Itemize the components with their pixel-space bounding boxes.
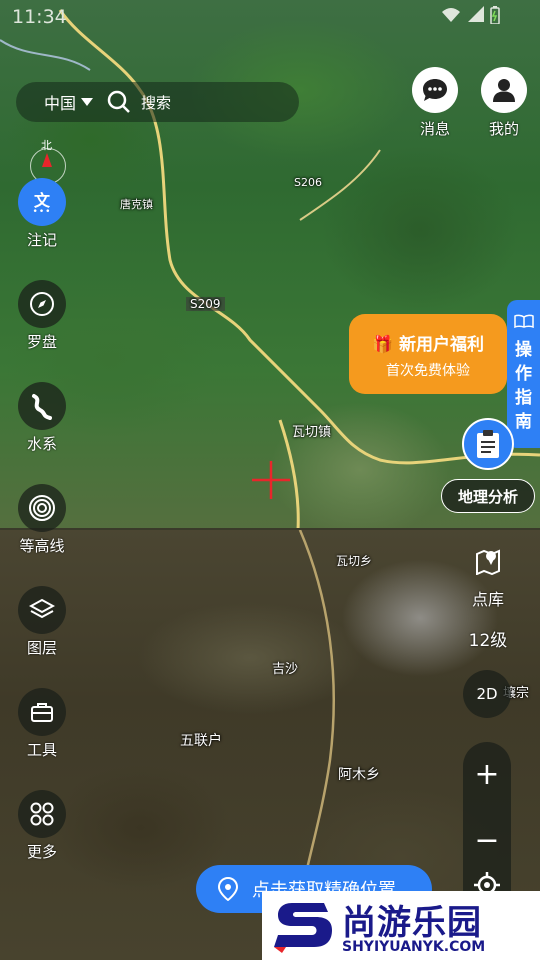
north-label: 北 [41, 139, 52, 152]
new-user-promo[interactable]: 🎁 新用户福利 首次免费体验 [349, 314, 507, 394]
watermark-sub-text: SHYIYUANYK.COM [342, 939, 486, 955]
layers-label: 图层 [26, 639, 57, 657]
layers-button[interactable] [18, 586, 66, 634]
clipboard-icon [477, 430, 499, 458]
compass-button[interactable] [18, 280, 66, 328]
location-pin-icon [218, 877, 238, 901]
dots-icon: ••• [32, 207, 52, 217]
place-label-wulianhu: 五联户 [180, 733, 222, 749]
contour-button[interactable] [18, 484, 66, 532]
search-icon [107, 90, 130, 113]
battery-icon [490, 6, 500, 24]
guide-label: 操作指南 [515, 340, 532, 432]
site-watermark: 尚游乐园 SHYIYUANYK.COM [262, 891, 540, 960]
toolbox-icon [31, 703, 53, 722]
promo-title-text: 新用户福利 [399, 335, 485, 355]
message-button[interactable] [412, 67, 458, 113]
profile-label: 我的 [488, 120, 519, 138]
wifi-icon [442, 8, 460, 22]
promo-subtitle: 首次免费体验 [386, 363, 470, 379]
view-mode-toggle[interactable]: 2D [463, 670, 511, 718]
road-label-s209: S209 [186, 297, 225, 311]
road-label-s206: S206 [294, 176, 322, 189]
river-button[interactable] [18, 382, 66, 430]
toolbox-button[interactable] [18, 688, 66, 736]
book-icon [514, 314, 534, 328]
compass-label: 罗盘 [26, 333, 57, 351]
contour-label: 等高线 [19, 537, 65, 555]
message-icon [423, 79, 447, 101]
more-button[interactable] [18, 790, 66, 838]
search-bar[interactable]: 中国 搜索 [16, 82, 299, 122]
place-label-tangke: 唐克镇 [120, 198, 153, 211]
guide-tab[interactable]: 操作指南 [507, 300, 540, 448]
status-icons [440, 6, 500, 24]
annotation-label: 注记 [26, 231, 57, 249]
layers-icon [29, 598, 55, 619]
compass-icon [30, 292, 54, 316]
river-icon [32, 394, 52, 420]
view-mode-label: 2D [476, 685, 498, 703]
town-label-top: 瓦切镇 [292, 425, 332, 440]
poi-library-label: 点库 [471, 590, 504, 609]
more-icon [30, 802, 54, 826]
place-label-amuxiang: 阿木乡 [338, 767, 380, 783]
town-label-bottom: 瓦切乡 [336, 554, 373, 568]
contour-icon [29, 495, 55, 521]
user-icon [493, 79, 515, 102]
profile-button[interactable] [481, 67, 527, 113]
gift-icon: 🎁 [371, 335, 394, 355]
poi-library-icon[interactable] [474, 545, 502, 575]
annotation-button[interactable]: 文 ••• [18, 178, 66, 226]
more-label: 更多 [26, 843, 57, 861]
zoom-in-button[interactable]: + [463, 760, 511, 790]
caret-down-icon [81, 98, 94, 106]
watermark-logo [274, 903, 332, 953]
signal-icon [468, 6, 484, 22]
status-time: 11:34 [12, 6, 67, 28]
search-input[interactable]: 搜索 [141, 92, 171, 113]
toolbox-label: 工具 [26, 741, 57, 759]
geo-analysis-button[interactable]: 地理分析 [441, 479, 535, 513]
promo-title: 🎁 新用户福利 [349, 330, 507, 355]
analysis-clipboard-button[interactable] [462, 418, 514, 470]
watermark-main-text: 尚游乐园 [342, 903, 482, 943]
region-selector[interactable]: 中国 [44, 90, 94, 114]
message-label: 消息 [419, 120, 450, 138]
region-label: 中国 [44, 94, 77, 113]
zoom-level-label: 12级 [468, 631, 508, 651]
place-label-jisha: 吉沙 [272, 662, 299, 677]
river-label: 水系 [26, 435, 57, 453]
zoom-out-button[interactable]: − [463, 826, 511, 856]
